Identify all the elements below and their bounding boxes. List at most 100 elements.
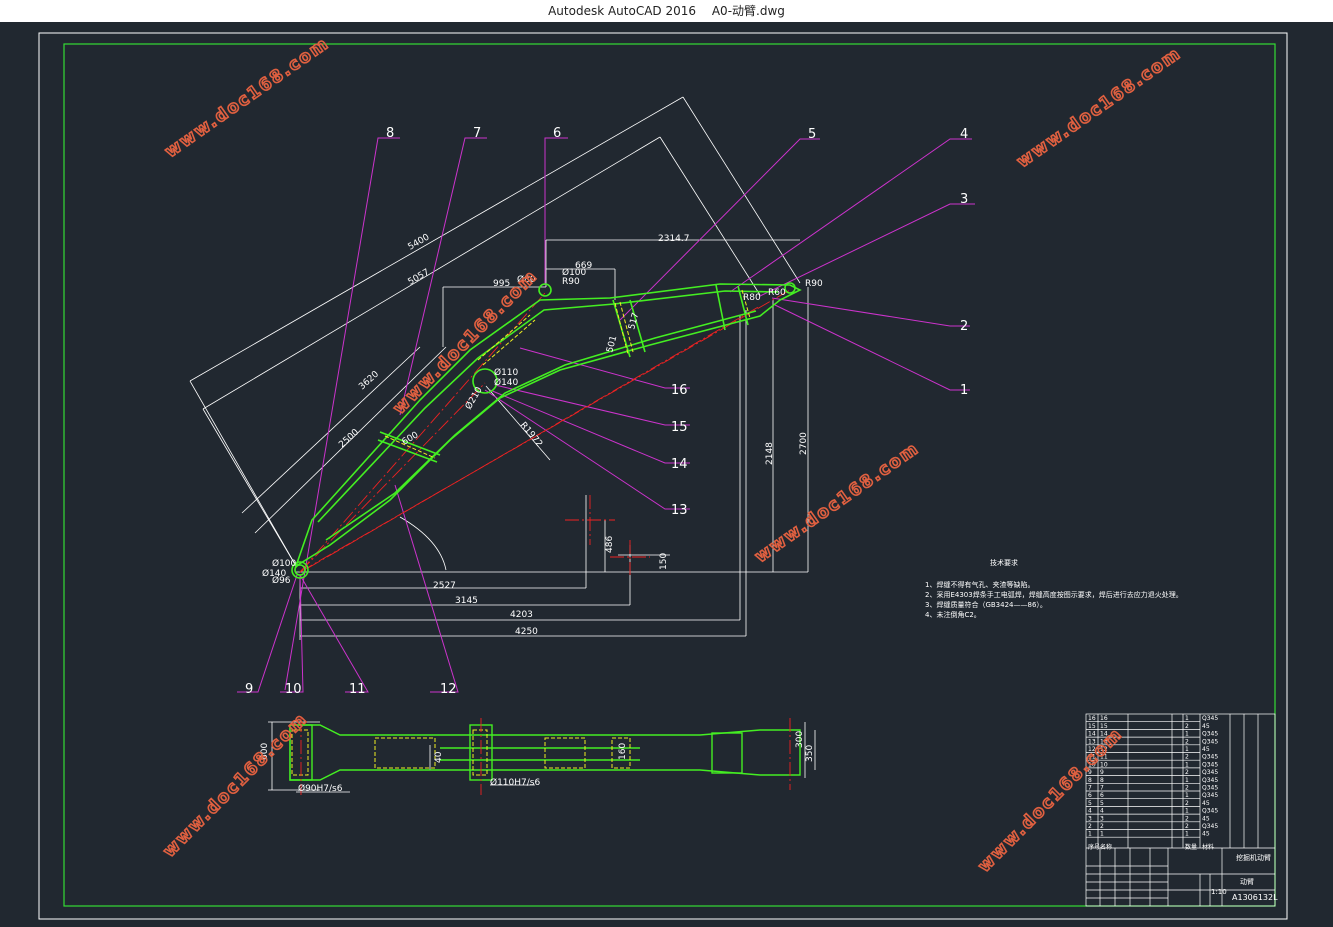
tb-drawing-no: A1306132L [1232,893,1278,902]
tb-row-no: 7 [1088,785,1092,792]
drawing-canvas[interactable]: 2314.7 669 995 5400 5057 3620 2500 2527 … [0,22,1333,923]
tb-row-mat: 45 [1202,831,1210,838]
tb-row-no: 15 [1088,723,1096,730]
tb-row-mat: Q345 [1202,792,1218,799]
balloon-6: 6 [553,126,561,141]
tb-row-no: 3 [1088,815,1092,822]
dim-2500: 2500 [337,427,361,450]
dim-600: 600 [401,430,421,447]
tb-row-qty: 1 [1185,715,1189,722]
tb-header-qty: 数量 [1185,843,1197,851]
tb-header-name: 名称 [1100,843,1112,851]
watermark-1: www.doc168.com [161,33,333,162]
tb-row-qty: 1 [1185,831,1189,838]
tb-row-mat: Q345 [1202,731,1218,738]
tb-header-mat: 材料 [1202,843,1214,851]
dim-486: 486 [605,536,615,553]
tb-row-qty: 1 [1185,746,1189,753]
dim-d110: Ø110 [494,367,519,378]
fit-110: Ø110H7/s6 [490,777,540,788]
dim-517: 517 [627,312,641,331]
balloon-9: 9 [245,682,253,697]
balloon-11: 11 [349,682,366,697]
center-lines [299,289,791,575]
balloon-16: 16 [671,383,688,398]
file-name: A0-动臂.dwg [711,4,785,18]
balloon-2: 2 [960,319,968,334]
tb-row-qty: 2 [1185,800,1189,807]
balloon-13: 13 [671,503,688,518]
tb-row-mat: Q345 [1202,715,1218,722]
balloon-5: 5 [808,127,816,142]
tb-row-no: 14 [1088,731,1096,738]
balloon-10: 10 [285,682,302,697]
dimension-texts: 2314.7 669 995 5400 5057 3620 2500 2527 … [262,232,823,637]
dim-2148: 2148 [765,442,775,465]
watermark-2: www.doc168.com [1013,43,1185,172]
balloon-3: 3 [960,192,968,207]
tb-row-qty: 2 [1185,785,1189,792]
watermark-4: www.doc168.com [751,438,923,567]
tb-row-mat: Q345 [1202,769,1218,776]
fit-90: Ø90H7/s6 [298,783,343,794]
tb-row-qty: 2 [1185,769,1189,776]
dim-5400: 5400 [407,232,432,252]
balloon-15: 15 [671,420,688,435]
dim-5057: 5057 [407,267,432,287]
tb-row-no: 1 [1088,831,1092,838]
plan-dim-40: 40 [434,751,444,763]
tb-row-no: 2 [1088,823,1092,830]
balloon-1: 1 [960,383,968,398]
dim-d140: Ø140 [494,377,519,388]
tb-row-qty: 1 [1185,777,1189,784]
dim-3620: 3620 [357,369,381,392]
tb-row-mat: Q345 [1202,823,1218,830]
tb-row-mat: 45 [1202,800,1210,807]
tb-row-mat: 45 [1202,815,1210,822]
dim-3145: 3145 [455,596,478,606]
tb-row-mat: Q345 [1202,777,1218,784]
tb-row-name: 3 [1100,815,1104,822]
dim-r90: R90 [805,279,823,289]
dim-r60: R60 [768,288,786,298]
balloon-7: 7 [473,126,481,141]
tb-row-qty: 1 [1185,792,1189,799]
tb-row-qty: 1 [1185,808,1189,815]
dim-r90b: R90 [562,277,580,287]
app-name: Autodesk AutoCAD 2016 [548,4,697,18]
cad-drawing[interactable]: 2314.7 669 995 5400 5057 3620 2500 2527 … [0,22,1333,923]
tb-row-mat: Q345 [1202,785,1218,792]
tb-row-qty: 1 [1185,731,1189,738]
dim-d100-left: Ø100 [272,558,297,569]
plan-view: 600 40 160 350 300 Ø90H7/s6 Ø110H7/s6 [260,718,816,795]
tb-row-name: 1 [1100,831,1104,838]
tb-part-name: 动臂 [1240,877,1254,886]
tb-row-qty: 2 [1185,738,1189,745]
dim-r1972: R1972 [518,421,544,450]
dim-2527: 2527 [433,581,456,591]
tb-row-name: 8 [1100,777,1104,784]
dim-r80: R80 [743,293,761,303]
tb-header-no: 序号 [1088,843,1100,851]
note-1: 1、焊缝不得有气孔、夹渣等缺陷。 [925,580,1034,589]
tb-row-qty: 2 [1185,723,1189,730]
note-2: 2、采用E4303焊条手工电弧焊，焊缝高度按图示要求，焊后进行去应力退火处理。 [925,590,1183,599]
balloon-4: 4 [960,127,968,142]
tb-row-no: 6 [1088,792,1092,799]
dim-4203: 4203 [510,610,533,620]
tb-row-name: 7 [1100,785,1104,792]
dim-d210: Ø210 [463,385,485,412]
dim-150: 150 [659,553,669,570]
tb-drawing-name: 挖掘机动臂 [1236,853,1271,862]
tb-row-mat: 45 [1202,723,1210,730]
tb-row-no: 5 [1088,800,1092,807]
watermarks: www.doc168.com www.doc168.com www.doc168… [159,33,1186,878]
technical-notes: 技术要求 1、焊缝不得有气孔、夹渣等缺陷。 2、采用E4303焊条手工电弧焊，焊… [925,558,1183,619]
tb-row-qty: 2 [1185,754,1189,761]
dim-2314: 2314.7 [658,234,690,244]
tb-row-name: 2 [1100,823,1104,830]
plan-dim-300: 300 [795,731,805,748]
window-title-bar: Autodesk AutoCAD 2016 A0-动臂.dwg [0,0,1333,22]
balloon-12: 12 [440,682,457,697]
tb-row-name: 6 [1100,792,1104,799]
